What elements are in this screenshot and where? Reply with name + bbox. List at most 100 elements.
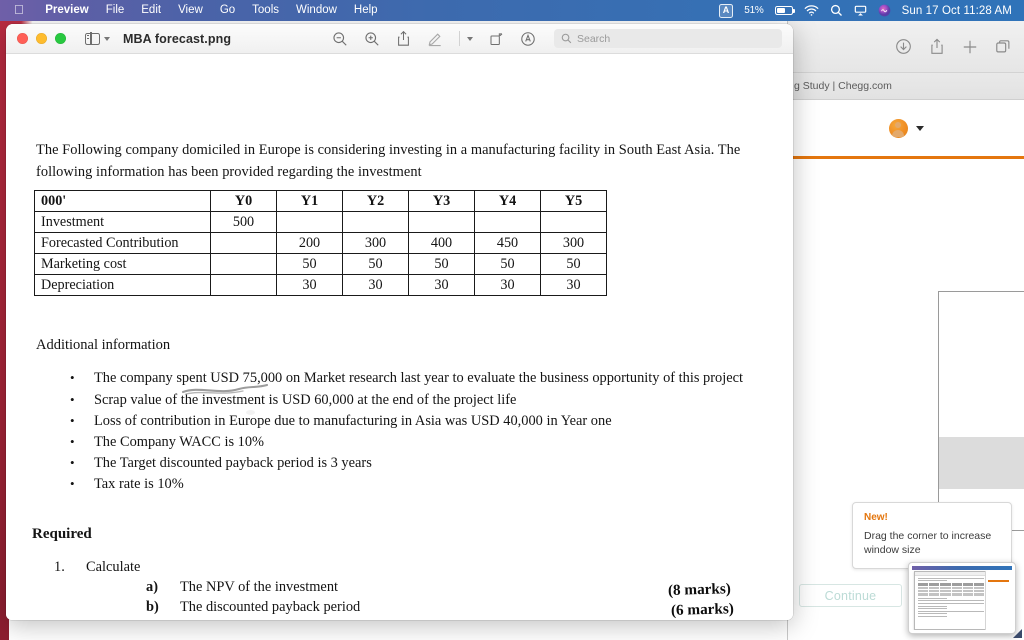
- minimize-button[interactable]: [36, 33, 47, 44]
- menu-item-help[interactable]: Help: [345, 0, 386, 21]
- document-title: MBA forecast.png: [123, 32, 231, 46]
- tooltip-body-text: Drag the corner to increase window size: [864, 529, 1000, 557]
- forecast-table: 000' Y0 Y1 Y2 Y3 Y4 Y5 Investment 500: [34, 190, 607, 296]
- tab-overview-icon[interactable]: [995, 39, 1011, 55]
- input-source-icon[interactable]: A: [719, 4, 734, 18]
- screenshot-thumbnail[interactable]: [908, 562, 1016, 634]
- table-col-header: 000': [35, 191, 211, 212]
- table-cell: 300: [343, 233, 409, 254]
- markup-pen-icon[interactable]: [427, 31, 443, 47]
- menu-item-preview[interactable]: Preview: [37, 0, 97, 21]
- chevron-down-icon[interactable]: [916, 126, 924, 131]
- marks-annotation: (6 marks): [671, 599, 740, 620]
- table-row: Investment 500: [35, 212, 607, 233]
- chegg-content-card: [938, 291, 1024, 531]
- list-item: The Target discounted payback period is …: [64, 453, 764, 474]
- siri-icon[interactable]: [878, 4, 891, 17]
- chevron-down-icon[interactable]: [104, 37, 110, 41]
- share-icon[interactable]: [396, 30, 411, 47]
- thumb-safari-window: [985, 571, 1011, 630]
- search-icon: [561, 33, 572, 44]
- table-col-header: Y0: [211, 191, 277, 212]
- table-cell: [211, 275, 277, 296]
- table-row-label: Marketing cost: [35, 254, 211, 275]
- table-cell: 30: [475, 275, 541, 296]
- zoom-button[interactable]: [55, 33, 66, 44]
- menu-item-view[interactable]: View: [170, 0, 212, 21]
- preview-titlebar: MBA forecast.png: [6, 24, 793, 54]
- thumb-table: [918, 583, 984, 596]
- new-tab-icon[interactable]: [962, 39, 978, 55]
- zoom-out-icon[interactable]: [332, 31, 348, 47]
- table-cell: [409, 212, 475, 233]
- menu-item-tools[interactable]: Tools: [244, 0, 288, 21]
- menu-item-go[interactable]: Go: [211, 0, 243, 21]
- sidebar-icon: [85, 33, 100, 45]
- table-cell: [541, 212, 607, 233]
- table-row: Marketing cost 50 50 50 50 50: [35, 254, 607, 275]
- table-cell: 30: [541, 275, 607, 296]
- resize-tooltip: New! Drag the corner to increase window …: [852, 502, 1012, 569]
- required-sub-item-text: The discounted payback period: [180, 599, 360, 615]
- safari-tab-bar[interactable]: g Study | Chegg.com: [788, 73, 1024, 100]
- document-page: The Following company domiciled in Europ…: [6, 54, 793, 620]
- airplay-display-icon[interactable]: [854, 5, 867, 17]
- table-header-row: 000' Y0 Y1 Y2 Y3 Y4 Y5: [35, 191, 607, 212]
- menu-item-edit[interactable]: Edit: [133, 0, 170, 21]
- toolbar-divider: [459, 31, 460, 46]
- preview-window[interactable]: MBA forecast.png: [6, 24, 793, 620]
- marks-annotation: (8 marks): [668, 579, 740, 601]
- table-cell: 200: [277, 233, 343, 254]
- table-col-header: Y4: [475, 191, 541, 212]
- sidebar-toggle-button[interactable]: [85, 33, 110, 45]
- chegg-card-placeholder-block: [939, 437, 1024, 489]
- table-row-label: Depreciation: [35, 275, 211, 296]
- zoom-in-icon[interactable]: [364, 31, 380, 47]
- downloads-icon[interactable]: [895, 38, 912, 55]
- thumbnail-corner-marker: [1013, 629, 1022, 638]
- search-input[interactable]: Search: [554, 29, 782, 48]
- close-button[interactable]: [17, 33, 28, 44]
- table-cell: 30: [277, 275, 343, 296]
- table-cell: 400: [409, 233, 475, 254]
- table-cell: [475, 212, 541, 233]
- required-sub-item-c: c) Recommend whether the investment shou…: [146, 617, 654, 620]
- list-item: The Company WACC is 10%: [64, 432, 764, 453]
- table-cell: 50: [343, 254, 409, 275]
- wifi-icon[interactable]: [804, 5, 819, 16]
- additional-information-list: The company spent USD 75,000 on Market r…: [64, 368, 764, 495]
- chevron-down-icon[interactable]: [467, 37, 473, 41]
- avatar[interactable]: [889, 119, 908, 138]
- table-col-header: Y2: [343, 191, 409, 212]
- menu-bar-clock[interactable]: Sun 17 Oct 11:28 AM: [902, 5, 1012, 17]
- chegg-accent-rule: [788, 156, 1024, 159]
- list-marker: 1.: [54, 557, 80, 577]
- menu-item-file[interactable]: File: [97, 0, 133, 21]
- table-cell: 50: [277, 254, 343, 275]
- search-placeholder: Search: [577, 33, 610, 45]
- traffic-lights[interactable]: [17, 33, 66, 44]
- table-cell: 30: [409, 275, 475, 296]
- required-heading: Required: [32, 526, 92, 543]
- required-sub-list: a) The NPV of the investment b) The disc…: [146, 577, 654, 620]
- annotate-icon[interactable]: [520, 31, 536, 47]
- required-item-1: 1. Calculate a) The NPV of the investmen…: [54, 557, 654, 620]
- required-sub-item-b: b) The discounted payback period: [146, 597, 654, 617]
- table-cell: 50: [541, 254, 607, 275]
- spotlight-search-icon[interactable]: [830, 4, 843, 17]
- table-cell: 500: [211, 212, 277, 233]
- safari-window[interactable]: g Study | Chegg.com Continue New! Drag t…: [787, 21, 1024, 640]
- table-row: Forecasted Contribution 200 300 400 450 …: [35, 233, 607, 254]
- share-icon[interactable]: [929, 38, 945, 55]
- table-col-header: Y3: [409, 191, 475, 212]
- menu-item-window[interactable]: Window: [288, 0, 346, 21]
- battery-icon[interactable]: [775, 6, 793, 15]
- chegg-account-row[interactable]: [788, 100, 1024, 156]
- tooltip-new-badge: New!: [864, 512, 1000, 523]
- list-marker: a): [146, 577, 158, 597]
- table-col-header: Y1: [277, 191, 343, 212]
- apple-logo-icon[interactable]: : [14, 3, 24, 16]
- rotate-icon[interactable]: [489, 31, 504, 47]
- continue-button[interactable]: Continue: [799, 584, 902, 607]
- safari-tab-title[interactable]: g Study | Chegg.com: [788, 80, 892, 92]
